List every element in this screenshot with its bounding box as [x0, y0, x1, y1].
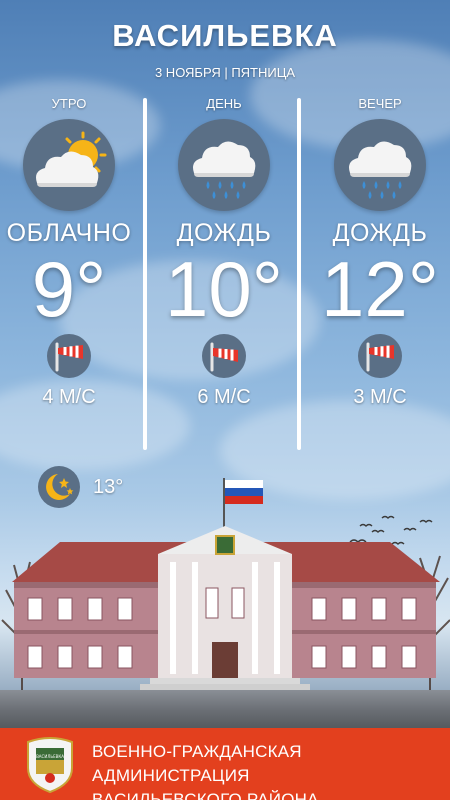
emblem-caption: ВАСИЛЬЕВКА [36, 754, 64, 759]
footer-title: ВОЕННО-ГРАЖДАНСКАЯ АДМИНИСТРАЦИЯ ВАСИЛЬЕ… [92, 740, 450, 800]
footer-line-2: ВАСИЛЬЕВСКОГО РАЙОНА [92, 790, 319, 800]
rain-cloud-icon [334, 119, 426, 211]
windsock-icon [202, 334, 246, 378]
footer-banner: ВАСИЛЬЕВКА ВОЕННО-ГРАЖДАНСКАЯ АДМИНИСТРА… [0, 728, 450, 800]
period-label: УТРО [51, 96, 87, 111]
windsock-icon [358, 334, 402, 378]
forecast-evening: ВЕЧЕР ДОЖДЬ 12° 3 М/С [305, 92, 450, 452]
partly-cloudy-icon [23, 119, 115, 211]
windsock-icon [47, 334, 91, 378]
footer-line-1: ВОЕННО-ГРАЖДАНСКАЯ АДМИНИСТРАЦИЯ [92, 742, 302, 785]
temperature: 9° [31, 245, 107, 333]
date-subtitle: 3 НОЯБРЯ | ПЯТНИЦА [154, 65, 296, 80]
forecast-morning: УТРО ОБЛАЧНО 9° 4 М/С [0, 92, 144, 452]
app-screen: ВАСИЛЬЕВКА 3 НОЯБРЯ | ПЯТНИЦА УТРО ОБЛАЧ… [0, 0, 450, 800]
city-title: ВАСИЛЬЕВКА [112, 18, 338, 53]
period-label: ВЕЧЕР [358, 96, 402, 111]
wind-speed: 4 М/С [42, 386, 96, 408]
temperature: 12° [321, 245, 439, 333]
rain-cloud-icon [178, 119, 270, 211]
street-ground [0, 690, 450, 730]
forecast-day: ДЕНЬ ДОЖДЬ 10° 6 М/С [149, 92, 299, 452]
temperature: 10° [165, 245, 283, 333]
district-emblem-icon: ВАСИЛЬЕВКА [24, 734, 76, 794]
wind-speed: 6 М/С [197, 386, 251, 408]
wind-speed: 3 М/С [353, 386, 407, 408]
period-label: ДЕНЬ [206, 96, 242, 111]
